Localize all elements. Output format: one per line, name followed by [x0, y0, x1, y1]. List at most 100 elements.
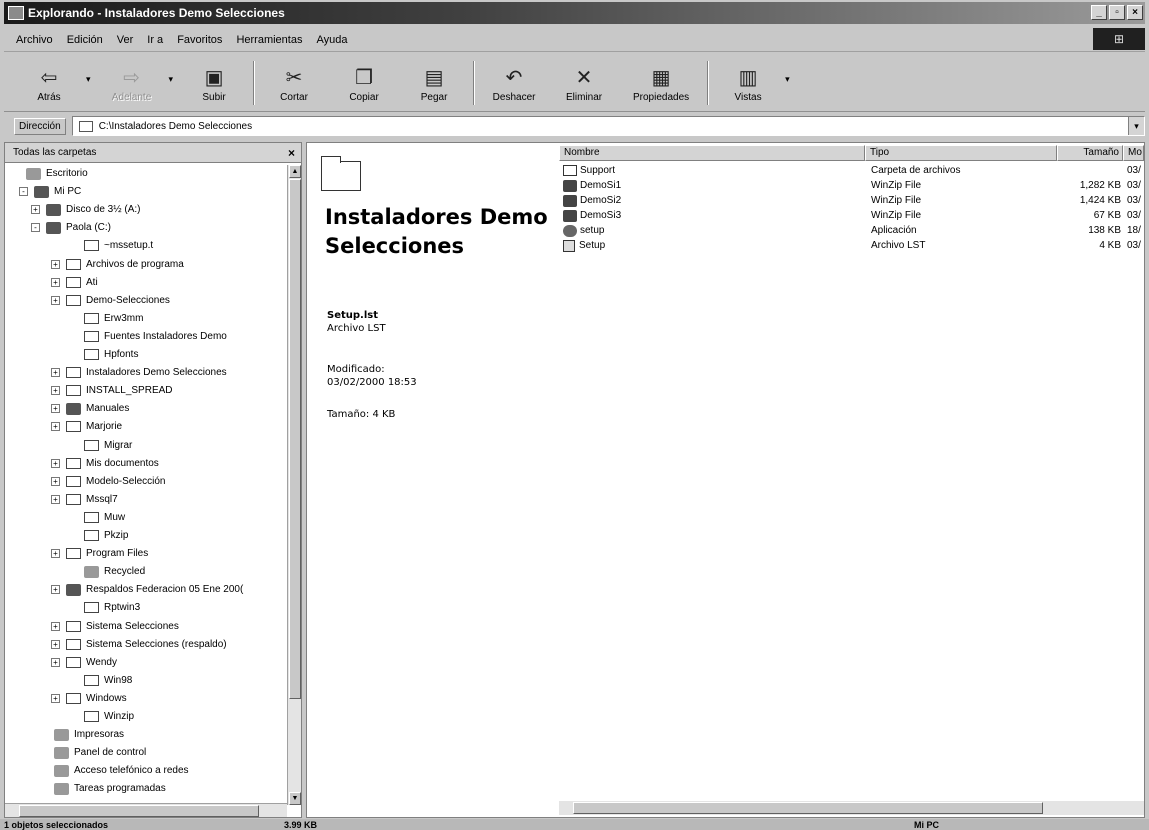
menu-ver[interactable]: Ver: [117, 34, 134, 46]
scroll-up-icon[interactable]: ▲: [289, 165, 301, 178]
tree-item[interactable]: + Instaladores Demo Selecciones: [51, 364, 227, 381]
file-row[interactable]: DemoSi3 WinZip File 67 KB 03/: [559, 208, 1144, 223]
copy-button[interactable]: ❐ Copiar: [333, 66, 395, 111]
tree-item[interactable]: + Manuales: [51, 400, 129, 417]
tree-item[interactable]: + Modelo-Selección: [51, 473, 166, 490]
tree-item[interactable]: Panel de control: [39, 744, 146, 761]
address-dropdown-icon[interactable]: ▾: [1128, 117, 1144, 135]
file-row[interactable]: Support Carpeta de archivos 03/: [559, 163, 1144, 178]
maximize-button[interactable]: ▫: [1109, 5, 1125, 20]
tree-item[interactable]: + Marjorie: [51, 418, 122, 435]
expand-icon[interactable]: +: [51, 458, 60, 468]
tree-item[interactable]: + Sistema Selecciones: [51, 618, 179, 635]
scroll-thumb[interactable]: [573, 802, 1043, 814]
menu-archivo[interactable]: Archivo: [16, 34, 53, 46]
scroll-thumb[interactable]: [19, 805, 259, 817]
file-row[interactable]: setup Aplicación 138 KB 18/: [559, 223, 1144, 238]
views-dropdown-icon[interactable]: ▾: [785, 74, 790, 85]
cut-button[interactable]: ✂ Cortar: [263, 66, 325, 111]
column-header-name[interactable]: Nombre: [559, 145, 865, 161]
tree-item[interactable]: + Archivos de programa: [51, 256, 184, 273]
expand-icon[interactable]: +: [51, 549, 60, 559]
tree-item[interactable]: Tareas programadas: [39, 780, 166, 797]
expand-icon[interactable]: +: [51, 277, 60, 287]
tree-item[interactable]: Rptwin3: [69, 599, 140, 616]
expand-icon[interactable]: +: [51, 585, 60, 595]
tree-item[interactable]: + Wendy: [51, 654, 117, 671]
views-button[interactable]: ▥ Vistas: [717, 66, 779, 111]
tree-item[interactable]: Impresoras: [39, 726, 124, 743]
expand-icon[interactable]: +: [51, 368, 60, 378]
tree-item[interactable]: + Respaldos Federacion 05 Ene 200(: [51, 581, 243, 598]
tree-item[interactable]: + Mssql7: [51, 491, 118, 508]
tree-item[interactable]: Migrar: [69, 437, 132, 454]
tree-item[interactable]: ~mssetup.t: [69, 237, 153, 254]
back-button[interactable]: ⇦ Atrás: [18, 66, 80, 111]
file-row[interactable]: DemoSi1 WinZip File 1,282 KB 03/: [559, 178, 1144, 193]
delete-button[interactable]: ✕ Eliminar: [553, 66, 615, 111]
tree-item[interactable]: Win98: [69, 672, 132, 689]
tree-item[interactable]: + Program Files: [51, 545, 148, 562]
tree-item[interactable]: Acceso telefónico a redes: [39, 762, 189, 779]
file-list-horizontal-scrollbar[interactable]: [559, 801, 1144, 815]
tree-item[interactable]: - Mi PC: [19, 183, 81, 200]
expand-icon[interactable]: +: [31, 205, 40, 215]
address-field[interactable]: C:\Instaladores Demo Selecciones ▾: [71, 116, 1145, 136]
tree-horizontal-scrollbar[interactable]: [5, 803, 287, 817]
expand-icon[interactable]: +: [51, 494, 60, 504]
expand-icon[interactable]: +: [51, 621, 60, 631]
scroll-thumb[interactable]: [289, 179, 301, 699]
tree-item[interactable]: Pkzip: [69, 527, 128, 544]
explorer-app-icon[interactable]: [8, 6, 24, 20]
tree-item[interactable]: + Ati: [51, 274, 98, 291]
forward-button[interactable]: ⇨ Adelante: [101, 66, 163, 111]
expand-icon[interactable]: +: [51, 693, 60, 703]
expand-icon[interactable]: +: [51, 422, 60, 432]
tree-vertical-scrollbar[interactable]: ▲ ▼: [287, 165, 301, 805]
menu-herramientas[interactable]: Herramientas: [236, 34, 302, 46]
forward-dropdown-icon[interactable]: ▾: [169, 74, 174, 85]
menu-edicion[interactable]: Edición: [67, 34, 103, 46]
tree-item[interactable]: + Disco de 3½ (A:): [31, 201, 140, 218]
tree-item[interactable]: + Demo-Selecciones: [51, 292, 170, 309]
expand-icon[interactable]: +: [51, 295, 60, 305]
tree-item[interactable]: + Sistema Selecciones (respaldo): [51, 636, 227, 653]
expand-icon[interactable]: +: [51, 639, 60, 649]
tree-item[interactable]: + Windows: [51, 690, 127, 707]
paste-button[interactable]: ▤ Pegar: [403, 66, 465, 111]
expand-icon[interactable]: +: [51, 476, 60, 486]
menu-ayuda[interactable]: Ayuda: [316, 34, 347, 46]
column-header-type[interactable]: Tipo: [865, 145, 1057, 161]
tree-item[interactable]: Hpfonts: [69, 346, 138, 363]
scroll-down-icon[interactable]: ▼: [289, 792, 301, 805]
file-row[interactable]: Setup Archivo LST 4 KB 03/: [559, 238, 1144, 253]
tree-item[interactable]: Fuentes Instaladores Demo: [69, 328, 227, 345]
column-header-size[interactable]: Tamaño: [1057, 145, 1123, 161]
tree-item[interactable]: - Paola (C:): [31, 219, 111, 236]
tree-item[interactable]: Muw: [69, 509, 125, 526]
column-header-modified[interactable]: Mo: [1123, 145, 1144, 161]
expand-icon[interactable]: +: [51, 259, 60, 269]
tree-item[interactable]: Erw3mm: [69, 310, 143, 327]
tree-item[interactable]: Recycled: [69, 563, 145, 580]
title-bar[interactable]: Explorando - Instaladores Demo Seleccion…: [4, 2, 1145, 24]
file-row[interactable]: DemoSi2 WinZip File 1,424 KB 03/: [559, 193, 1144, 208]
back-dropdown-icon[interactable]: ▾: [86, 74, 91, 85]
tree-item[interactable]: Escritorio: [11, 165, 88, 182]
menu-ir-a[interactable]: Ir a: [147, 34, 163, 46]
expand-icon[interactable]: +: [51, 657, 60, 667]
tree-item[interactable]: Winzip: [69, 708, 134, 725]
close-button[interactable]: ×: [1127, 5, 1143, 20]
collapse-icon[interactable]: -: [19, 187, 28, 197]
collapse-icon[interactable]: -: [31, 223, 40, 233]
menu-favoritos[interactable]: Favoritos: [177, 34, 222, 46]
undo-button[interactable]: ↶ Deshacer: [483, 66, 545, 111]
properties-button[interactable]: ▦ Propiedades: [623, 66, 699, 111]
tree-item[interactable]: + Mis documentos: [51, 455, 159, 472]
expand-icon[interactable]: +: [51, 404, 60, 414]
minimize-button[interactable]: _: [1091, 5, 1107, 20]
tree-item[interactable]: + INSTALL_SPREAD: [51, 382, 173, 399]
close-pane-icon[interactable]: ×: [288, 146, 295, 160]
expand-icon[interactable]: +: [51, 386, 60, 396]
up-button[interactable]: ▣ Subir: [183, 66, 245, 111]
